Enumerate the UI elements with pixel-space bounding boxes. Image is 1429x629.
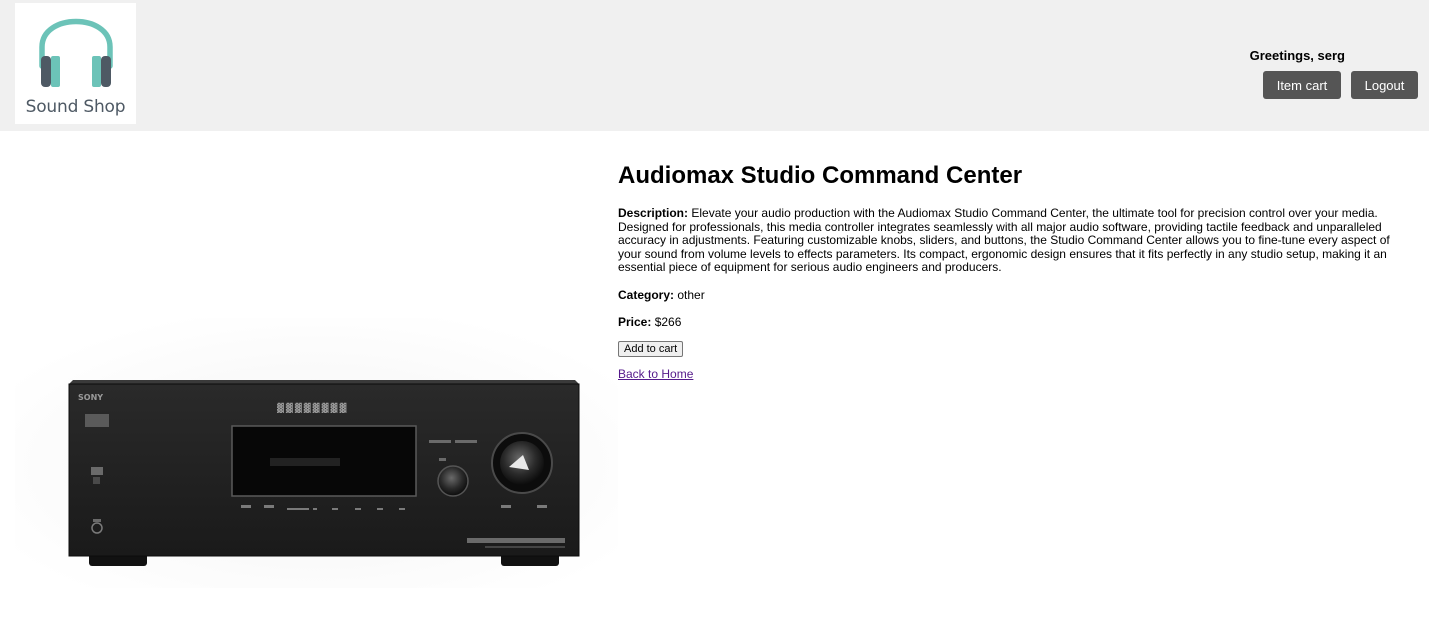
user-greeting: Greetings, serg	[1249, 48, 1345, 63]
image-brand-text: SONY	[78, 393, 103, 402]
price-label: Price:	[618, 314, 652, 329]
product-description: Description: Elevate your audio producti…	[618, 206, 1408, 275]
logo-text: Sound Shop	[25, 97, 126, 117]
price-value: $266	[654, 314, 682, 329]
product-details: Audiomax Studio Command Center Descripti…	[618, 160, 1408, 381]
category-value: other	[677, 287, 705, 302]
site-header: Sound Shop Greetings, serg Item cart Log…	[0, 0, 1429, 131]
product-image: SONY ▓▓▓▓▓▓▓▓	[15, 318, 618, 588]
description-text: Elevate your audio production with the A…	[618, 206, 1390, 274]
svg-text:▓▓▓▓▓▓▓▓: ▓▓▓▓▓▓▓▓	[277, 402, 348, 414]
product-price: Price: $266	[618, 315, 1408, 329]
headphones-icon	[39, 18, 113, 87]
logout-button[interactable]: Logout	[1351, 71, 1418, 99]
category-label: Category:	[618, 287, 675, 302]
back-to-home-link[interactable]: Back to Home	[618, 367, 1408, 381]
logo[interactable]: Sound Shop	[15, 3, 136, 124]
item-cart-button[interactable]: Item cart	[1263, 71, 1341, 99]
product-title: Audiomax Studio Command Center	[618, 162, 1023, 189]
description-label: Description:	[618, 206, 689, 220]
product-category: Category: other	[618, 288, 1408, 302]
add-to-cart-button[interactable]: Add to cart	[618, 340, 684, 357]
